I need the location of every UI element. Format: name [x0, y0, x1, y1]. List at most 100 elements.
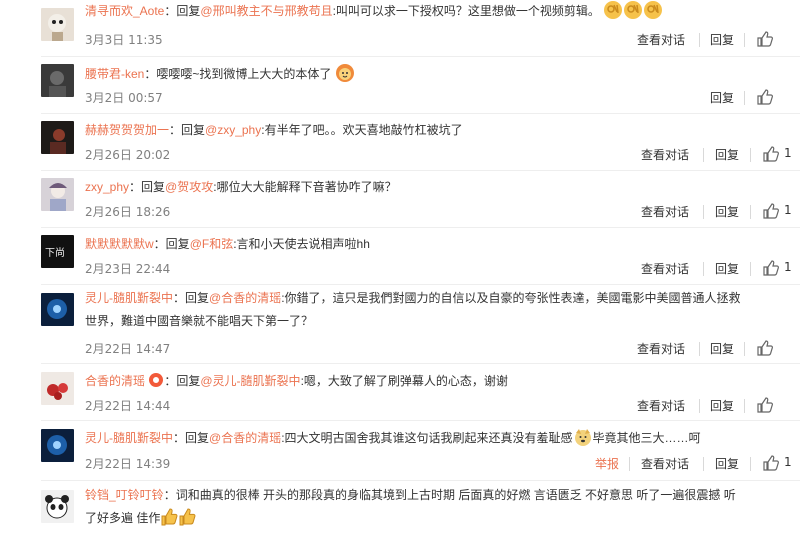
comment-item: zxy_phy：回复@贺攻攻:哪位大大能解释下音著协咋了嘛？ 2月26日 18:…: [0, 171, 800, 228]
view-conversation-link[interactable]: 查看对话: [641, 260, 689, 277]
comment-time: 3月2日 00:57: [85, 91, 163, 105]
report-button[interactable]: 举报: [595, 455, 619, 472]
comment-time: 2月23日 22:44: [85, 262, 171, 276]
comment-text: 灵儿-膸肌斳裂中：回复@合香的清瑶:你錯了，這只是我們對國力的自信以及自豪的夸张…: [85, 291, 741, 328]
divider: [629, 457, 630, 471]
avatar[interactable]: [41, 372, 74, 405]
avatar[interactable]: [41, 490, 74, 523]
comment-username[interactable]: 清寻而欢_Aote: [85, 4, 164, 18]
comment-time: 2月22日 14:47: [85, 342, 171, 356]
comment-item: 灵儿-膸肌斳裂中：回复@合香的清瑶:四大文明古国舍我其谁这句话我刷起来还真没有羞…: [0, 421, 800, 481]
comment-username[interactable]: 灵儿-膸肌斳裂中: [85, 291, 173, 305]
divider: [703, 148, 704, 162]
mention-link[interactable]: @贺攻攻: [165, 180, 213, 194]
comment-username[interactable]: 腰带君-ken: [85, 67, 144, 81]
avatar[interactable]: [41, 178, 74, 211]
comment-text: zxy_phy：回复@贺攻攻:哪位大大能解释下音著协咋了嘛？: [85, 180, 397, 194]
comment-text: 赫赫贺贺贺加一：回复@zxy_phy:有半年了吧。。欢天喜地敲竹杠被坑了: [85, 123, 463, 137]
comment-time: 3月3日 11:35: [85, 33, 163, 47]
reply-button[interactable]: 回复: [715, 146, 739, 163]
avatar[interactable]: [41, 64, 74, 97]
comment-text: 铃铛_叮铃叮铃：词和曲真的很棒 开头的那段真的身临其境到上古时期 后面真的好燃 …: [85, 488, 736, 526]
divider: [744, 33, 745, 47]
divider: [750, 262, 751, 276]
reply-button[interactable]: 回复: [710, 89, 734, 106]
comment-username[interactable]: 赫赫贺贺贺加一: [85, 123, 169, 137]
thumbs-up-icon: [763, 260, 779, 276]
like-count: 1: [784, 146, 792, 160]
comment-username[interactable]: 铃铛_叮铃叮铃: [85, 488, 164, 502]
comment-item: 下尚 默默默默默w：回复@F和弦:言和小天使去说相声啦hh 2月23日 22:4…: [0, 228, 800, 285]
comment-time: 2月22日 14:39: [85, 457, 171, 471]
like-count: 1: [784, 203, 792, 217]
lion-face-emoji-icon: [335, 63, 355, 83]
dog-face-emoji-icon: [573, 427, 593, 447]
divider: [744, 342, 745, 356]
reply-button[interactable]: 回复: [715, 260, 739, 277]
divider: [750, 457, 751, 471]
avatar[interactable]: [41, 8, 74, 41]
comment-text: 灵儿-膸肌斳裂中：回复@合香的清瑶:四大文明古国舍我其谁这句话我刷起来还真没有羞…: [85, 427, 791, 450]
divider: [699, 33, 700, 47]
mention-link[interactable]: @灵儿-膸肌斳裂中: [200, 374, 300, 388]
user-badge-icon: [148, 372, 164, 388]
comment-item: 赫赫贺贺贺加一：回复@zxy_phy:有半年了吧。。欢天喜地敲竹杠被坑了 2月2…: [0, 114, 800, 171]
thumbs-up-icon: [763, 455, 779, 471]
divider: [750, 205, 751, 219]
svg-text:下尚: 下尚: [45, 246, 65, 259]
divider: [744, 91, 745, 105]
divider: [703, 205, 704, 219]
mention-link[interactable]: @F和弦: [190, 237, 234, 251]
thumbs-up-icon: [763, 203, 779, 219]
reply-button[interactable]: 回复: [710, 397, 734, 414]
comment-time: 2月22日 14:44: [85, 399, 171, 413]
thumbs-up-icon: [757, 89, 773, 105]
like-count: 1: [784, 455, 792, 469]
ok-hand-emoji-icon: [603, 1, 663, 19]
comment-text: 默默默默默w：回复@F和弦:言和小天使去说相声啦hh: [85, 237, 370, 251]
thumbs-up-icon: [757, 397, 773, 413]
comment-text: 腰带君-ken：嘤嘤嘤~找到微博上大大的本体了: [85, 63, 791, 86]
comment-item: 合香的清瑶 ：回复@灵儿-膸肌斳裂中:嗯，大致了解了刷弹幕人的心态，谢谢 2月2…: [0, 364, 800, 421]
thumbs-up-emoji-icon: [160, 508, 196, 526]
mention-link[interactable]: @合香的清瑶: [209, 431, 281, 445]
comment-username[interactable]: 灵儿-膸肌斳裂中: [85, 431, 173, 445]
avatar[interactable]: [41, 293, 74, 326]
thumbs-up-icon: [757, 340, 773, 356]
comment-text: 合香的清瑶 ：回复@灵儿-膸肌斳裂中:嗯，大致了解了刷弹幕人的心态，谢谢: [85, 372, 508, 388]
thumbs-up-icon: [763, 146, 779, 162]
view-conversation-link[interactable]: 查看对话: [637, 340, 685, 357]
view-conversation-link[interactable]: 查看对话: [637, 31, 685, 48]
reply-button[interactable]: 回复: [710, 340, 734, 357]
view-conversation-link[interactable]: 查看对话: [637, 397, 685, 414]
comment-item: 灵儿-膸肌斳裂中：回复@合香的清瑶:你錯了，這只是我們對國力的自信以及自豪的夸张…: [0, 285, 800, 363]
avatar[interactable]: [41, 121, 74, 154]
comment-item: 铃铛_叮铃叮铃：词和曲真的很棒 开头的那段真的身临其境到上古时期 后面真的好燃 …: [0, 481, 800, 533]
divider: [703, 262, 704, 276]
mention-link[interactable]: @zxy_phy: [205, 123, 261, 137]
comment-item: 腰带君-ken：嘤嘤嘤~找到微博上大大的本体了 3月2日 00:57 回复: [0, 57, 800, 114]
thumbs-up-icon: [757, 31, 773, 47]
mention-link[interactable]: @邢叫教主不与邢教苟且: [200, 4, 332, 18]
comment-time: 2月26日 20:02: [85, 148, 171, 162]
comment-text: 清寻而欢_Aote：回复@邢叫教主不与邢教苟且:叫叫可以求一下授权吗？这里想做一…: [85, 0, 791, 23]
view-conversation-link[interactable]: 查看对话: [641, 146, 689, 163]
divider: [750, 148, 751, 162]
avatar[interactable]: [41, 429, 74, 462]
mention-link[interactable]: @合香的清瑶: [209, 291, 281, 305]
avatar[interactable]: 下尚: [41, 235, 74, 268]
comment-item: 清寻而欢_Aote：回复@邢叫教主不与邢教苟且:叫叫可以求一下授权吗？这里想做一…: [0, 0, 800, 56]
view-conversation-link[interactable]: 查看对话: [641, 455, 689, 472]
view-conversation-link[interactable]: 查看对话: [641, 203, 689, 220]
comment-username[interactable]: 默默默默默w: [85, 237, 154, 251]
like-count: 1: [784, 260, 792, 274]
divider: [699, 399, 700, 413]
reply-button[interactable]: 回复: [715, 203, 739, 220]
comment-username[interactable]: zxy_phy: [85, 180, 129, 194]
divider: [703, 457, 704, 471]
comment-time: 2月26日 18:26: [85, 205, 171, 219]
reply-button[interactable]: 回复: [710, 31, 734, 48]
reply-button[interactable]: 回复: [715, 455, 739, 472]
comment-username[interactable]: 合香的清瑶: [85, 374, 145, 388]
divider: [744, 399, 745, 413]
